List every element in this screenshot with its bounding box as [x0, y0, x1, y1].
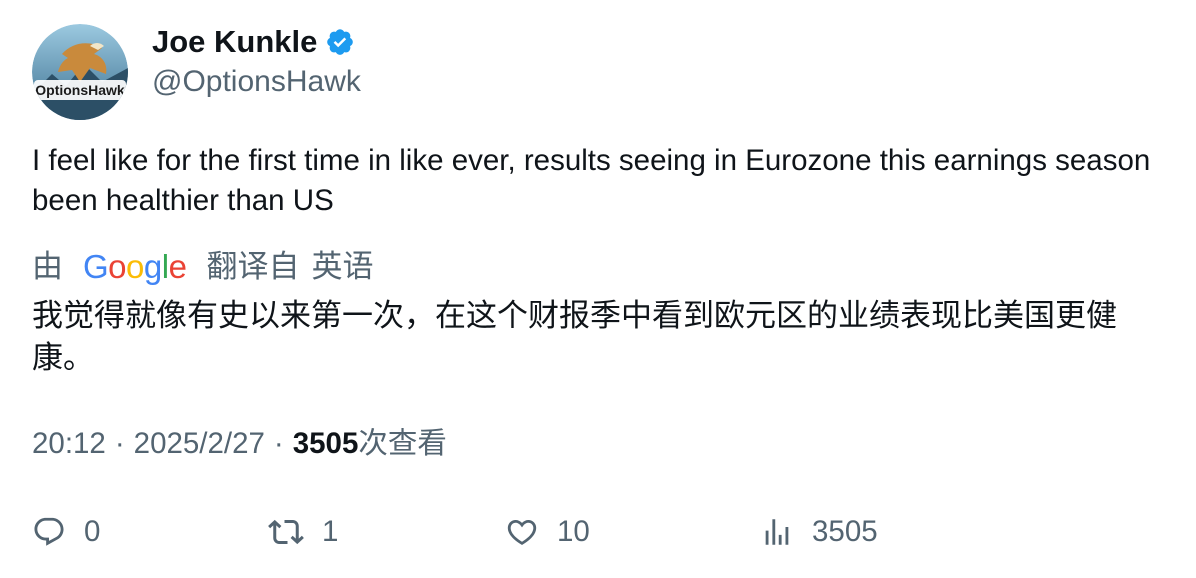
meta-separator: · [114, 427, 125, 460]
reply-count: 0 [84, 515, 101, 548]
view-count: 3505 [292, 427, 359, 460]
options-hawk-logo-icon: OptionsHawk [32, 24, 128, 120]
analytics-icon [765, 519, 789, 545]
reply-button[interactable]: 0 [32, 510, 100, 554]
avatar[interactable]: OptionsHawk [32, 24, 128, 120]
views-action-count: 3505 [812, 515, 878, 548]
heart-icon [507, 519, 537, 545]
google-logo-icon[interactable]: Google [83, 246, 187, 288]
retweet-count: 1 [322, 515, 339, 548]
views-button[interactable]: 3505 [760, 510, 878, 554]
author-name-row[interactable]: Joe Kunkle [152, 22, 355, 62]
view-count-label: 次查看 [358, 427, 447, 460]
translated-text: 我觉得就像有史以来第一次，在这个财报季中看到欧元区的业绩表现比美国更健康。 [32, 298, 1117, 375]
tweet-card: OptionsHawk Joe Kunkle @OptionsHawk I fe… [0, 0, 1196, 578]
avatar-logo-text: OptionsHawk [35, 82, 125, 98]
author-display-name[interactable]: Joe Kunkle [152, 22, 317, 62]
like-button[interactable]: 10 [505, 510, 590, 554]
like-count: 10 [557, 515, 590, 548]
reply-icon [34, 517, 64, 546]
tweet-meta: 20:12 · 2025/2/27 · 3505 次查看 [32, 423, 447, 465]
retweet-icon [268, 519, 304, 545]
verified-badge-icon [325, 27, 355, 57]
meta-separator: · [273, 427, 284, 460]
translated-from-label: 翻译自 [206, 249, 300, 284]
translation-attribution: 由 Google 翻译自 英语 [32, 246, 373, 288]
tweet-time[interactable]: 20:12 [32, 423, 106, 465]
retweet-button[interactable]: 1 [268, 510, 338, 554]
author-handle[interactable]: @OptionsHawk [152, 62, 361, 102]
tweet-text: I feel like for the first time in like e… [32, 144, 1151, 217]
tweet-date[interactable]: 2025/2/27 [134, 423, 265, 465]
translated-by-label: 由 [32, 249, 63, 284]
source-language-label: 英语 [311, 249, 374, 284]
